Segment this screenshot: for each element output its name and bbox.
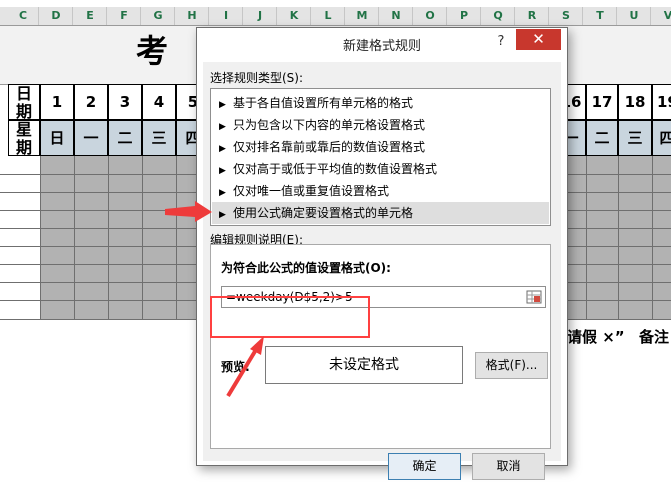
red-arrow-icon	[165, 201, 264, 398]
